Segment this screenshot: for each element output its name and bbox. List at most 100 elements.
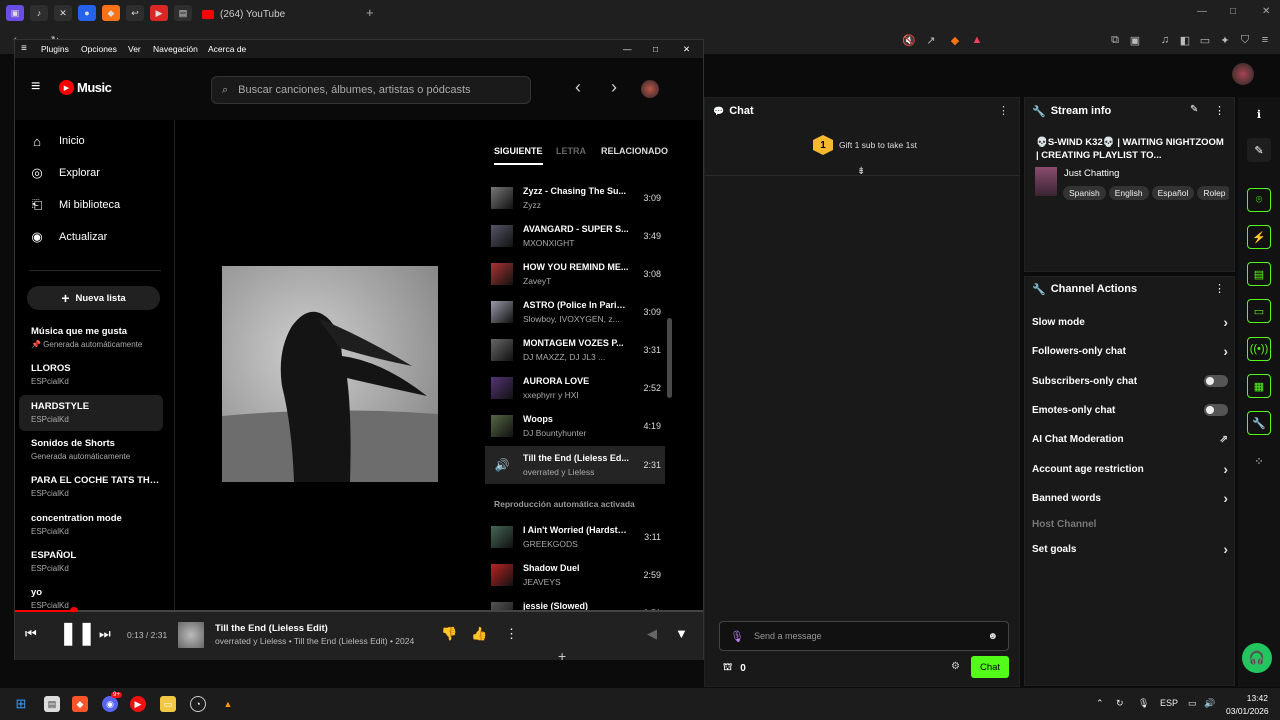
- brave-shield-icon[interactable]: ◆: [948, 33, 962, 47]
- points-icon[interactable]: ⛫: [723, 662, 732, 675]
- playlist-item[interactable]: Música que me gusta 📌 Generada automática…: [19, 320, 163, 356]
- now-playing-title[interactable]: Till the End (Lieless Edit): [215, 623, 328, 634]
- nav-inicio[interactable]: ⌂ Inicio: [29, 133, 85, 149]
- stream-info-menu-icon[interactable]: ⋮: [1214, 104, 1225, 117]
- wallet-icon[interactable]: ▭: [1198, 33, 1212, 47]
- tray-mic-icon[interactable]: 🎙: [1138, 698, 1149, 709]
- lightning-icon[interactable]: ⚡: [1247, 225, 1271, 249]
- channel-action-row[interactable]: Account age restriction ›: [1032, 459, 1228, 479]
- gift-badge[interactable]: 1: [813, 135, 833, 155]
- gift-text[interactable]: Gift 1 sub to take 1st: [839, 140, 917, 150]
- menu-navegacion[interactable]: Navegación: [153, 44, 198, 54]
- ytm-close-button[interactable]: ✕: [683, 44, 690, 55]
- maximize-window-button[interactable]: □: [1230, 6, 1236, 17]
- channel-action-row[interactable]: Slow mode ›: [1032, 312, 1228, 332]
- queue-item[interactable]: MONTAGEM VOZES P... DJ MAXZZ, DJ JL3 ... 3…: [485, 331, 665, 369]
- queue-item[interactable]: AVANGARD - SUPER S... MXONXIGHT 3:49: [485, 217, 665, 255]
- document-icon[interactable]: ▤: [1247, 262, 1271, 286]
- media-icon[interactable]: ♫: [1158, 33, 1172, 47]
- tab-letra[interactable]: LETRA: [556, 146, 586, 156]
- chat-menu-icon[interactable]: ⋮: [998, 104, 1009, 117]
- new-playlist-button[interactable]: + Nueva lista: [27, 286, 160, 310]
- toggle-switch[interactable]: [1204, 375, 1228, 387]
- folder-tab-icon[interactable]: ▤: [174, 5, 192, 21]
- nav-explorar[interactable]: ◎ Explorar: [29, 165, 100, 181]
- share-icon[interactable]: ↗: [924, 33, 938, 47]
- channel-action-row[interactable]: Banned words ›: [1032, 488, 1228, 508]
- account-avatar[interactable]: [641, 80, 659, 98]
- youtube-music-icon[interactable]: ▶: [130, 696, 146, 712]
- queue-item[interactable]: I Ain't Worried (Hardstyle) GREEKGODS 3:11: [485, 518, 665, 556]
- edit-icon[interactable]: ✎: [1190, 104, 1198, 115]
- chevron-right-icon[interactable]: ›: [1223, 343, 1228, 359]
- chat-settings-icon[interactable]: ⚙: [951, 661, 960, 672]
- muted-tab-icon[interactable]: ✕: [54, 5, 72, 21]
- menu-acerca[interactable]: Acerca de: [208, 44, 246, 54]
- tiktok-tab-icon[interactable]: ♪: [30, 5, 48, 21]
- extensions-icon[interactable]: ⧉: [1108, 33, 1122, 47]
- queue-item[interactable]: AURORA LOVE xxephyrr y HXI 2:52: [485, 369, 665, 407]
- next-icon[interactable]: ⏭: [99, 626, 111, 642]
- pencil-icon[interactable]: ✎: [1247, 138, 1271, 162]
- ytm-maximize-button[interactable]: □: [653, 44, 658, 54]
- notepad-icon[interactable]: ▤: [44, 696, 60, 712]
- channel-action-row[interactable]: AI Chat Moderation ⇗: [1032, 429, 1228, 449]
- channel-action-row[interactable]: Host Channel: [1032, 514, 1228, 534]
- close-window-button[interactable]: ✕: [1262, 6, 1270, 17]
- back-tab-icon[interactable]: ↩: [126, 5, 144, 21]
- playlist-item[interactable]: concentration mode ESPcialKd: [19, 507, 163, 543]
- mute-icon[interactable]: 🔇: [902, 33, 916, 47]
- file-explorer-icon[interactable]: ▭: [160, 696, 176, 712]
- channel-actions-menu-icon[interactable]: ⋮: [1214, 282, 1225, 295]
- pause-icon[interactable]: ❚❚: [59, 620, 96, 646]
- search-input[interactable]: ⌕ Buscar canciones, álbumes, artistas o …: [211, 76, 531, 104]
- ytm-minimize-button[interactable]: —: [623, 44, 632, 54]
- user-avatar[interactable]: [1232, 63, 1254, 85]
- minimize-window-button[interactable]: —: [1197, 6, 1207, 17]
- tool-icon[interactable]: 🔧: [1247, 411, 1271, 435]
- volume-icon[interactable]: ◀: [647, 626, 657, 642]
- channel-action-row[interactable]: Followers-only chat ›: [1032, 341, 1228, 361]
- menu-ver[interactable]: Ver: [128, 44, 141, 54]
- like-icon[interactable]: 👍: [471, 626, 487, 642]
- back-arrow-icon[interactable]: ‹: [575, 77, 581, 98]
- now-playing-subtitle[interactable]: overrated y Lieless • Till the End (Liel…: [215, 636, 414, 646]
- playlist-item[interactable]: HARDSTYLE ESPcialKd: [19, 395, 163, 431]
- nav-actualizar[interactable]: ◉ Actualizar: [29, 229, 107, 245]
- chevron-right-icon[interactable]: ›: [1223, 490, 1228, 506]
- vpn-icon[interactable]: ⛉: [1238, 33, 1252, 47]
- youtube-tab[interactable]: (264) YouTube: [196, 2, 356, 26]
- info-icon[interactable]: ℹ: [1247, 102, 1271, 126]
- queue-item[interactable]: ASTRO (Police In Paris... Slowboy, IVOXYG…: [485, 293, 665, 331]
- playlist-item[interactable]: Sonidos de Shorts Generada automáticament…: [19, 432, 163, 468]
- tab-relacionado[interactable]: RELACIONADO: [601, 146, 668, 156]
- nodes-icon[interactable]: ⁘: [1247, 449, 1271, 473]
- forward-arrow-icon[interactable]: ›: [611, 77, 617, 98]
- menu-plugins[interactable]: Plugins: [41, 44, 69, 54]
- tray-expand-icon[interactable]: ⌃: [1096, 698, 1104, 709]
- toggle-switch[interactable]: [1204, 404, 1228, 416]
- chevron-right-icon[interactable]: ›: [1223, 461, 1228, 477]
- leo-icon[interactable]: ✦: [1218, 33, 1232, 47]
- camera-icon[interactable]: ⌾: [1247, 188, 1271, 212]
- vlc-icon[interactable]: ▲: [220, 696, 236, 712]
- send-chat-button[interactable]: Chat: [971, 656, 1009, 678]
- queue-item[interactable]: HOW YOU REMIND ME... ZaveyT 3:08: [485, 255, 665, 293]
- chat-input[interactable]: 🎙 Send a message ☻: [719, 621, 1009, 651]
- browser-tab-icon[interactable]: ●: [78, 5, 96, 21]
- playlist-item[interactable]: LLOROS ESPcialKd: [19, 357, 163, 393]
- pinned-tab-icon[interactable]: ▣: [6, 5, 24, 21]
- queue-item[interactable]: 🔊 Till the End (Lieless Ed... overrated y …: [485, 446, 665, 484]
- chevron-right-icon[interactable]: ›: [1223, 541, 1228, 557]
- tray-sync-icon[interactable]: ↻: [1116, 698, 1124, 709]
- queue-scrollbar[interactable]: [667, 318, 672, 398]
- queue-item[interactable]: Shadow Duel JEAVEYS 2:59: [485, 556, 665, 594]
- discord-icon[interactable]: ◉: [102, 696, 118, 712]
- hamburger-icon[interactable]: ≡: [21, 43, 27, 54]
- microphone-icon[interactable]: 🎙: [730, 630, 744, 643]
- speaker-icon[interactable]: 🔊: [1204, 698, 1215, 709]
- menu-icon[interactable]: ≡: [1258, 33, 1272, 47]
- screenshot-icon[interactable]: ▣: [1128, 33, 1142, 47]
- obs-icon[interactable]: ◔: [190, 696, 206, 712]
- playlist-item[interactable]: PARA EL COCHE TATS THE ... ESPcialKd: [19, 469, 163, 505]
